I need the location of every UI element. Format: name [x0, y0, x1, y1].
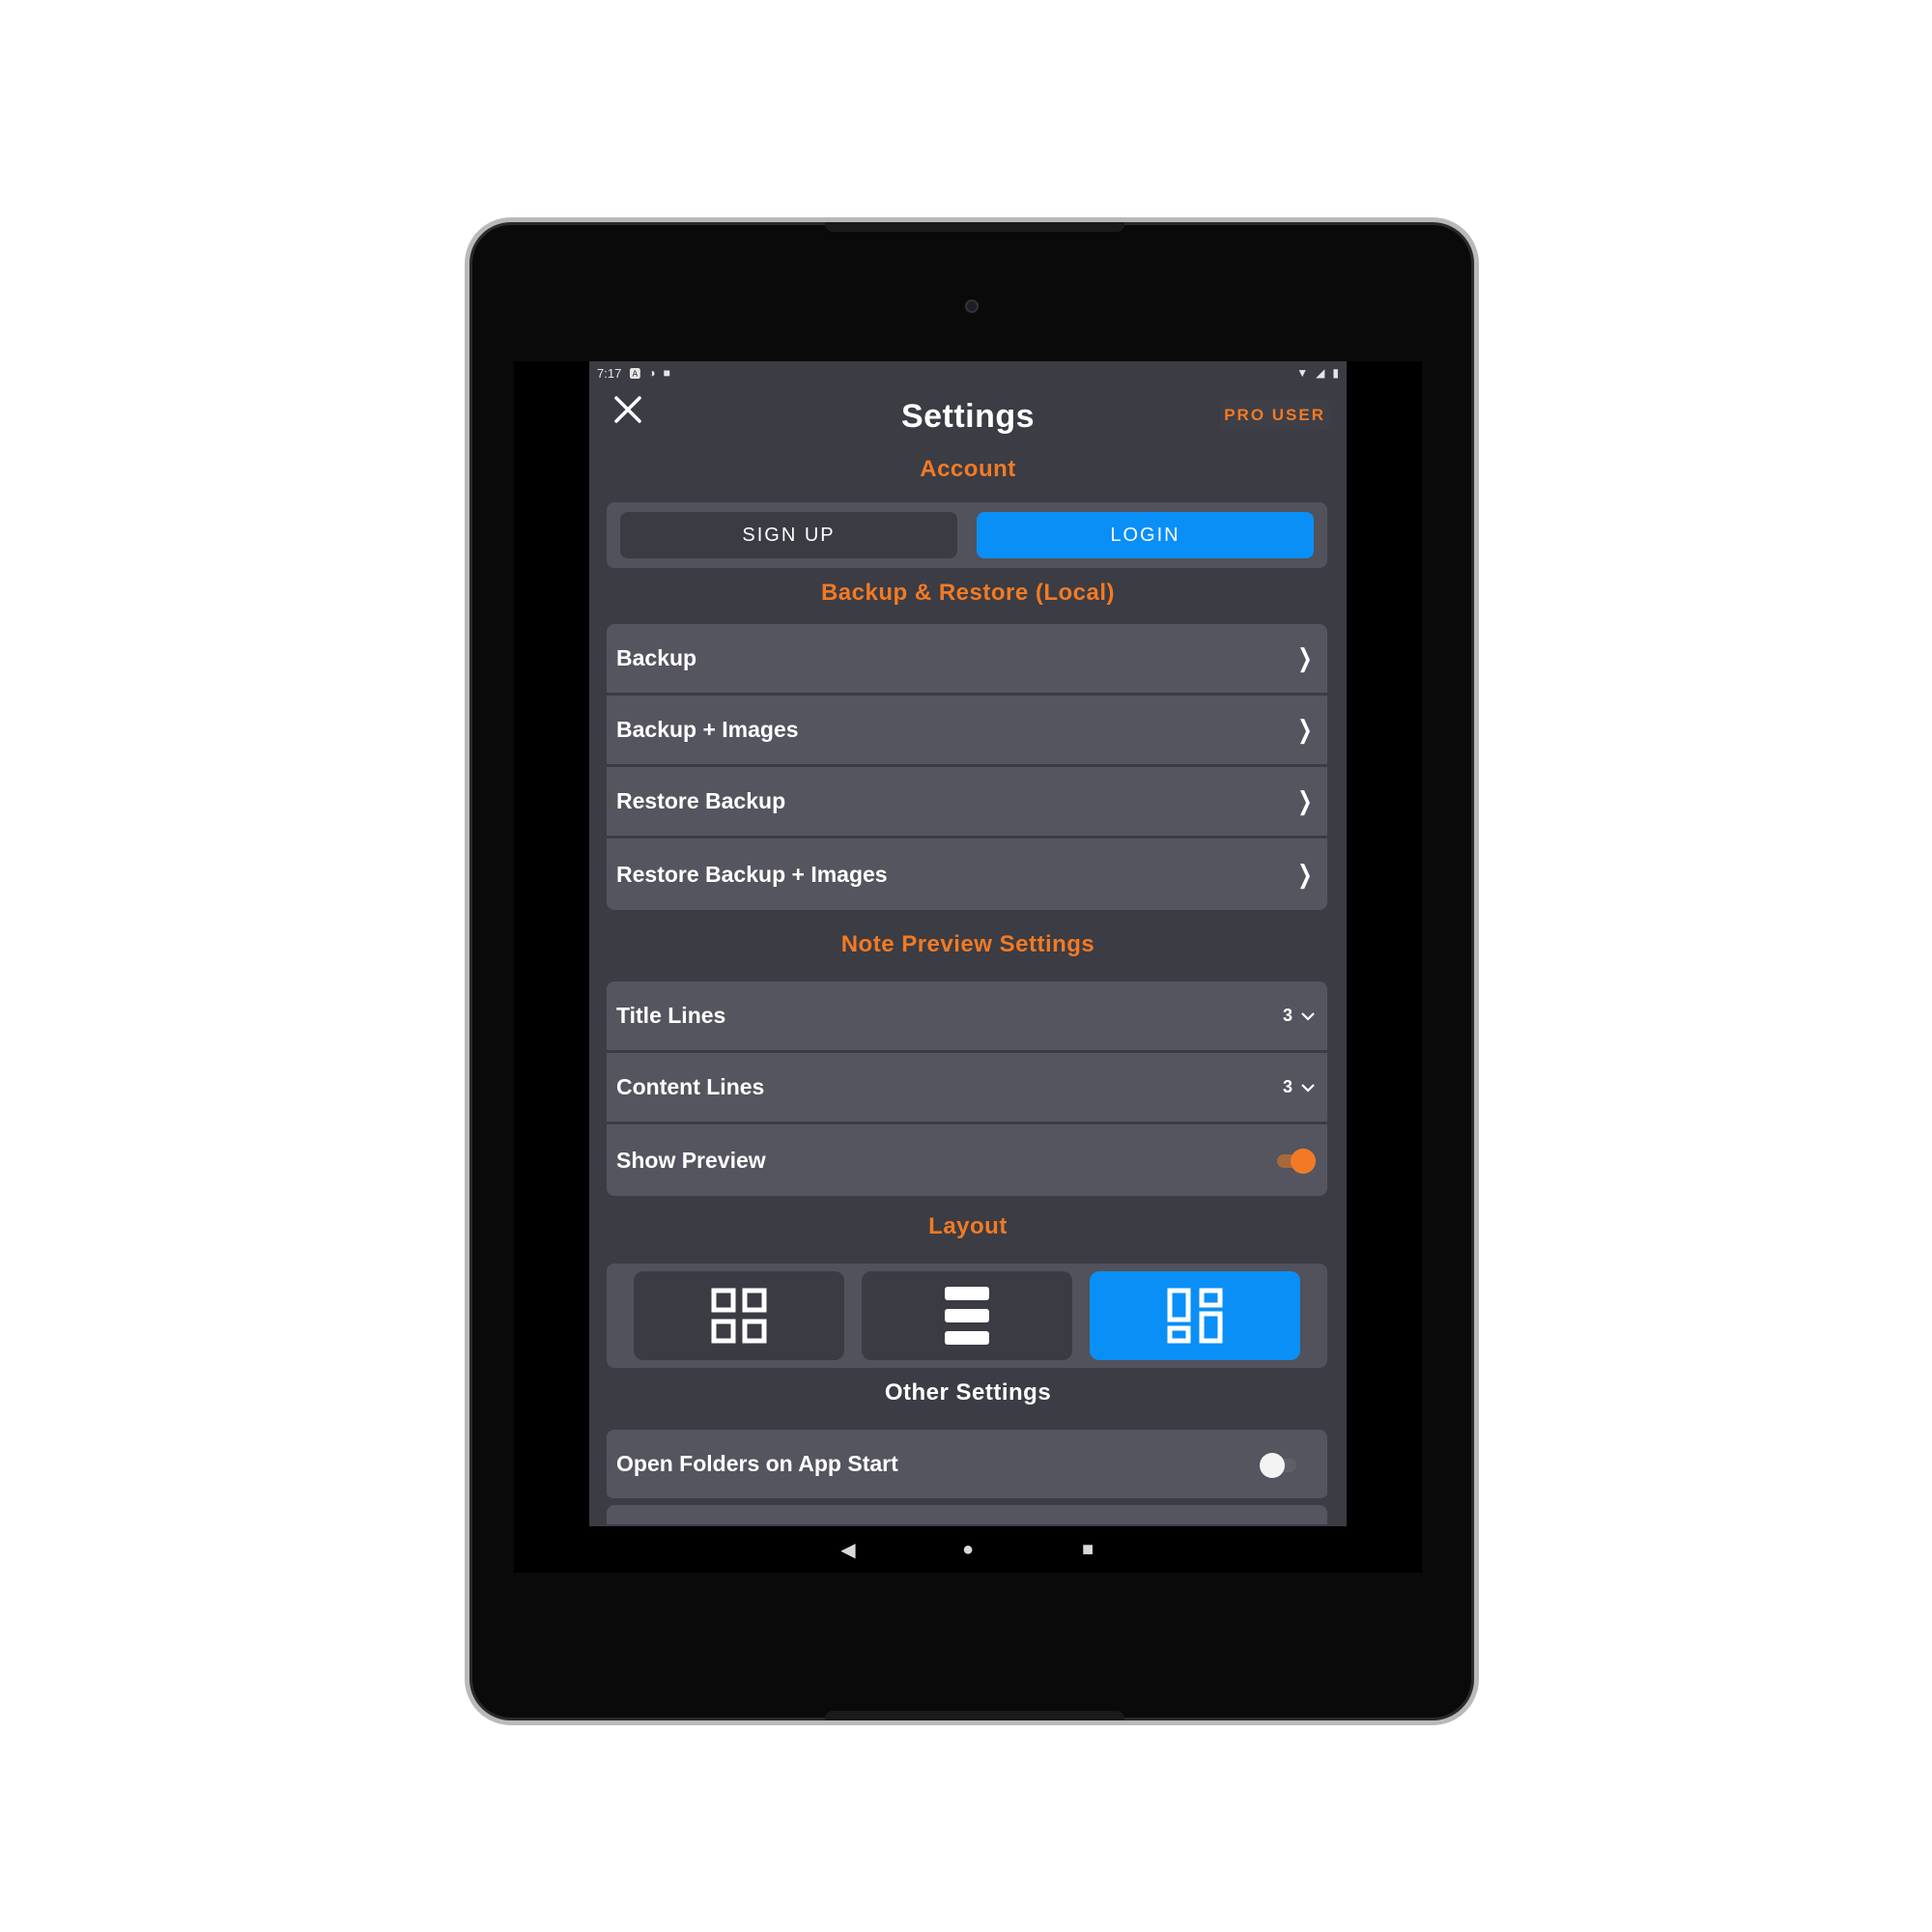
record-icon: ◑	[648, 366, 656, 380]
open-folders-row: Open Folders on App Start	[607, 1430, 1327, 1501]
layout-staggered-button[interactable]	[1090, 1271, 1300, 1360]
grid-icon	[711, 1288, 767, 1344]
home-icon[interactable]: ●	[956, 1539, 980, 1561]
row-label: Show Preview	[616, 1147, 766, 1173]
recents-icon[interactable]: ■	[1076, 1539, 1099, 1561]
layout-options	[607, 1264, 1327, 1368]
wifi-icon: ▼	[1296, 366, 1309, 380]
toggle-knob	[1291, 1149, 1316, 1174]
toggle-knob	[1260, 1452, 1285, 1478]
account-buttons: SIGN UP LOGIN	[607, 502, 1327, 568]
preview-group: Title Lines 3 Content Lines 3 Show Previ…	[607, 981, 1327, 1196]
row-label: Content Lines	[616, 1074, 765, 1099]
content-lines-row: Content Lines 3	[607, 1053, 1327, 1124]
row-label: Restore Backup + Images	[616, 861, 888, 887]
next-row-partial	[607, 1505, 1327, 1524]
other-group: Open Folders on App Start	[607, 1430, 1327, 1524]
sign-up-button[interactable]: SIGN UP	[620, 512, 957, 558]
list-icon	[945, 1287, 989, 1345]
backup-group: Backup ❯ Backup + Images ❯ Restore Backu…	[607, 624, 1327, 910]
chevron-down-icon	[1301, 1083, 1315, 1093]
layout-list-button[interactable]	[862, 1271, 1072, 1360]
content-lines-select[interactable]: 3	[1283, 1077, 1316, 1097]
battery-icon: ▮	[1332, 366, 1339, 380]
backup-images-row[interactable]: Backup + Images ❯	[607, 696, 1327, 767]
backup-section-title: Backup & Restore (Local)	[820, 580, 1116, 606]
show-preview-row: Show Preview	[607, 1124, 1327, 1196]
restore-backup-row[interactable]: Restore Backup ❯	[607, 767, 1327, 838]
row-label: Open Folders on App Start	[616, 1451, 898, 1476]
select-value: 3	[1282, 1077, 1293, 1096]
camera-icon	[965, 299, 979, 313]
row-label: Restore Backup	[616, 788, 786, 813]
signal-icon: ◢	[1316, 366, 1325, 380]
header: Settings PRO USER	[589, 386, 1347, 444]
pro-user-button[interactable]: PRO USER	[1220, 400, 1329, 431]
row-label: Backup + Images	[616, 717, 799, 742]
sd-card-icon: ■	[663, 366, 670, 380]
staggered-grid-icon	[1167, 1288, 1223, 1344]
layout-section-title: Layout	[928, 1213, 1008, 1239]
back-icon[interactable]: ◀	[837, 1538, 860, 1562]
open-folders-toggle[interactable]	[1260, 1451, 1302, 1478]
select-value: 3	[1282, 1006, 1293, 1025]
row-label: Title Lines	[616, 1003, 726, 1028]
layout-grid-button[interactable]	[634, 1271, 844, 1360]
preview-section-title: Note Preview Settings	[840, 931, 1095, 957]
backup-row[interactable]: Backup ❯	[607, 624, 1327, 696]
restore-backup-images-row[interactable]: Restore Backup + Images ❯	[607, 838, 1327, 910]
login-button[interactable]: LOGIN	[977, 512, 1314, 558]
tablet-top-slot	[825, 222, 1124, 232]
status-time: 7:17	[597, 365, 622, 381]
title-lines-row: Title Lines 3	[607, 981, 1327, 1053]
android-nav-bar: ◀ ● ■	[589, 1526, 1347, 1573]
chevron-right-icon: ❯	[1297, 859, 1313, 889]
show-preview-toggle[interactable]	[1273, 1147, 1316, 1174]
app-screen: 7:17 🅰 ◑ ■ ▼ ◢ ▮ Settings PRO USER Accou…	[589, 361, 1347, 1526]
chevron-right-icon: ❯	[1297, 715, 1313, 744]
chevron-down-icon	[1301, 1011, 1315, 1021]
a-icon: 🅰	[629, 366, 641, 381]
title-lines-select[interactable]: 3	[1283, 1006, 1316, 1026]
tablet-bottom-slot	[825, 1711, 1124, 1720]
status-bar: 7:17 🅰 ◑ ■ ▼ ◢ ▮	[589, 361, 1347, 384]
other-section-title: Other Settings	[884, 1379, 1052, 1406]
row-label: Backup	[616, 645, 697, 670]
chevron-right-icon: ❯	[1297, 786, 1313, 815]
account-section-title: Account	[920, 456, 1016, 482]
chevron-right-icon: ❯	[1297, 643, 1313, 672]
